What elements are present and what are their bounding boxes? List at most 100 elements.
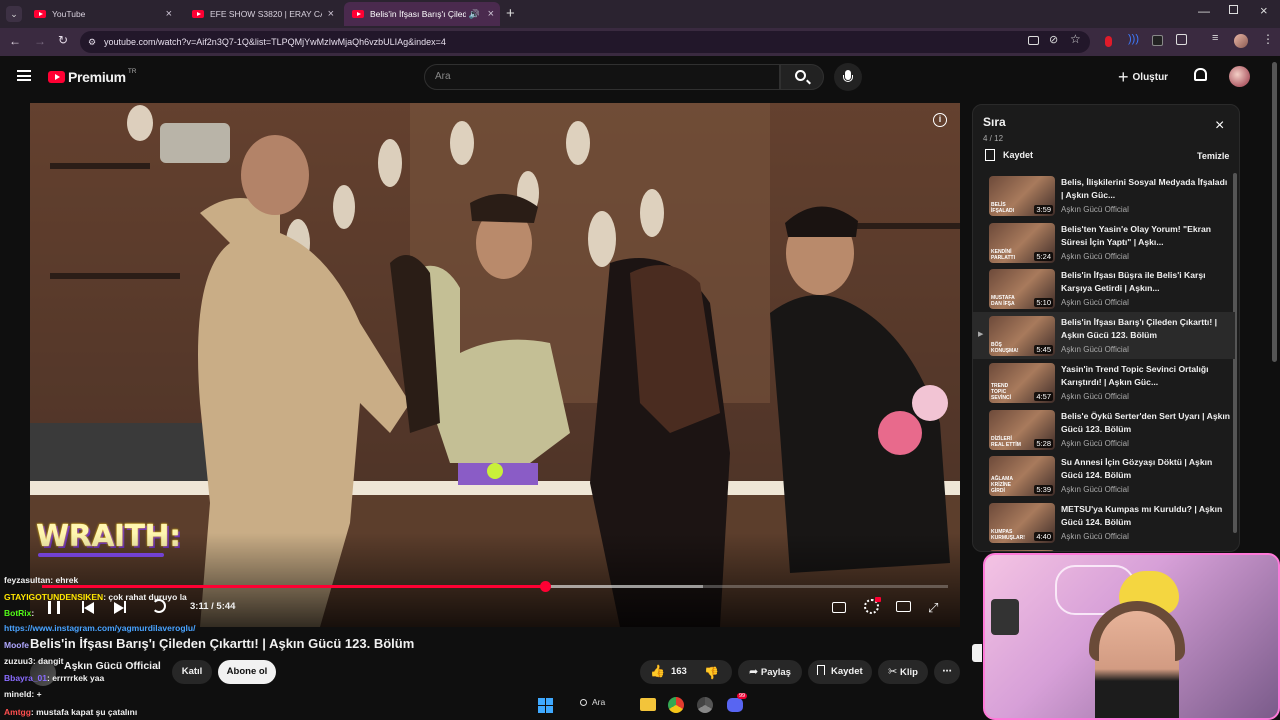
minimize-window-button[interactable]: — xyxy=(1198,4,1210,18)
chat-username[interactable]: BotRix xyxy=(4,608,31,618)
video-player[interactable]: i WRAITH: 3:11 / 5:44 ⤢ xyxy=(30,103,960,627)
progress-bar[interactable] xyxy=(42,581,948,592)
playlist-save-button[interactable]: Kaydet xyxy=(985,149,1033,161)
maximize-window-button[interactable] xyxy=(1229,5,1238,14)
playlist-thumbnail[interactable]: KENDİNİ PARLATTI 5:24 xyxy=(989,222,1055,263)
search-button[interactable] xyxy=(780,64,824,90)
tab-current-video[interactable]: Belis'in İfşası Barış'ı Çileden 🔊 × xyxy=(344,2,500,26)
voice-search-button[interactable] xyxy=(834,63,862,91)
chrome-icon[interactable] xyxy=(697,697,713,713)
close-playlist-icon[interactable]: × xyxy=(1215,117,1224,135)
reload-button[interactable]: ↻ xyxy=(58,33,68,47)
theater-mode-button[interactable] xyxy=(896,601,911,612)
discord-icon[interactable] xyxy=(727,698,743,712)
chat-username[interactable]: feyzasultan xyxy=(4,575,50,585)
extension-red-icon[interactable] xyxy=(1105,36,1112,47)
url-field[interactable]: ⚙ youtube.com/watch?v=Aif2n3Q7-1Q&list=T… xyxy=(80,31,1090,53)
extension-dark-icon[interactable] xyxy=(1152,35,1163,46)
like-button[interactable]: 👍 163 xyxy=(650,664,687,678)
browser-menu-icon[interactable]: ⋮ xyxy=(1262,32,1274,46)
playlist-item[interactable]: TREND TOPIC SEVİNCİ 4:57 Yasin'in Trend To… xyxy=(973,359,1235,406)
profile-avatar[interactable] xyxy=(1234,34,1248,48)
chat-username[interactable]: Bbayra_01 xyxy=(4,673,47,683)
chat-username[interactable]: GTAYIGOTUNDENSIKEN xyxy=(4,592,103,602)
site-info-icon[interactable]: ⚙ xyxy=(88,31,96,53)
playlist-item[interactable]: KUMPAS KURMUŞLAR! 4:40 METSU'ya Kumpas mı … xyxy=(973,499,1235,546)
playlist-thumbnail[interactable]: BELİS İFŞALADI 3:59 xyxy=(989,176,1055,216)
hamburger-menu-icon[interactable] xyxy=(17,70,31,81)
new-tab-button[interactable]: + xyxy=(506,5,515,22)
next-button[interactable] xyxy=(114,601,126,619)
tab-youtube[interactable]: YouTube × xyxy=(26,2,178,26)
playlist-item[interactable]: Serap Ağlama Krizine Girdi xyxy=(973,546,1235,552)
playlist-item[interactable]: DİZİLERİ REAL ETTİM 5:28 Belis'e Öykü Sert… xyxy=(973,406,1235,453)
close-window-button[interactable]: × xyxy=(1260,3,1268,18)
chat-username[interactable]: Moofe xyxy=(4,640,29,650)
search-input[interactable]: Ara xyxy=(424,64,780,90)
playlist-item[interactable]: ▶ BÖŞ KONUŞMA! 5:45 Belis'in İfşası Barış'ı… xyxy=(973,312,1235,360)
playlist-item-title[interactable]: Yasin'in Trend Topic Sevinci Ortalığı Ka… xyxy=(1061,363,1231,389)
extensions-puzzle-icon[interactable] xyxy=(1176,34,1187,45)
tab-efe-show[interactable]: EFE SHOW S3820 | ERAY CAN Ö × xyxy=(184,2,340,26)
playlist-thumbnail[interactable]: MUSTAFA DAN İFŞA 5:10 xyxy=(989,269,1055,310)
youtube-logo[interactable]: Premium TR xyxy=(48,68,136,85)
progress-scrubber[interactable] xyxy=(539,581,551,592)
clip-button[interactable]: ✂ Klip xyxy=(878,660,928,684)
share-button[interactable]: ➦ Paylaş xyxy=(738,660,802,684)
playlist-item[interactable]: KENDİNİ PARLATTI 5:24 Belis'ten Yasin'e Ol… xyxy=(973,219,1235,266)
join-button[interactable]: Katıl xyxy=(172,660,212,684)
playlist-thumbnail[interactable]: DİZİLERİ REAL ETTİM 5:28 xyxy=(989,409,1055,450)
playlist-thumbnail[interactable]: AĞLAMA KRİZİNE GİRDİ 5:39 xyxy=(989,456,1055,497)
video-info-icon[interactable]: i xyxy=(933,113,947,127)
create-button[interactable]: + Oluştur xyxy=(1118,66,1168,88)
extension-blue-icon[interactable]: ))) xyxy=(1128,33,1139,45)
playlist-item-title[interactable]: Belis'in İfşası Barış'ı Çileden Çıkarttı… xyxy=(1061,316,1231,342)
tab-list-dropdown-icon[interactable]: ⌄ xyxy=(6,6,22,22)
bookmark-star-icon[interactable]: ☆ xyxy=(1070,32,1081,46)
more-actions-button[interactable]: ⋯ xyxy=(934,660,960,684)
chrome-icon[interactable] xyxy=(668,697,684,713)
playlist-item-title[interactable]: Su Annesi İçin Gözyaşı Döktü | Aşkın Güc… xyxy=(1061,456,1231,482)
previous-button[interactable] xyxy=(82,601,94,619)
pause-button[interactable] xyxy=(48,601,60,614)
chat-username[interactable]: zuzuu3 xyxy=(4,656,33,666)
playlist-clear-button[interactable]: Temizle xyxy=(1197,151,1229,161)
playlist-item-title[interactable]: Belis'e Öykü Serter'den Sert Uyarı | Aşk… xyxy=(1061,410,1231,436)
forward-button[interactable]: → xyxy=(34,34,46,48)
account-avatar[interactable] xyxy=(1229,66,1250,87)
chat-username[interactable]: mineld xyxy=(4,689,31,699)
webcam-side-tab[interactable] xyxy=(972,644,982,662)
playlist-thumbnail[interactable]: BÖŞ KONUŞMA! 5:45 xyxy=(989,316,1055,357)
windows-start-icon[interactable] xyxy=(538,698,553,713)
taskbar-search[interactable]: Ara xyxy=(580,697,605,707)
playlist-item-title[interactable]: Belis'ten Yasin'e Olay Yorum! "Ekran Sür… xyxy=(1061,223,1231,249)
playlist-thumbnail[interactable]: TREND TOPIC SEVİNCİ 4:57 xyxy=(989,362,1055,403)
reading-list-icon[interactable]: ≡ xyxy=(1212,32,1218,44)
back-button[interactable]: ← xyxy=(9,34,21,48)
audio-playing-icon[interactable]: 🔊 xyxy=(469,9,480,20)
playlist-item-title[interactable]: Belis'in İfşası Büşra ile Belis'i Karşı … xyxy=(1061,269,1231,295)
close-tab-icon[interactable]: × xyxy=(328,8,334,20)
playlist-item[interactable]: BELİS İFŞALADI 3:59 Belis, İlişkilerini So… xyxy=(973,172,1235,219)
close-tab-icon[interactable]: × xyxy=(488,8,494,20)
cast-icon[interactable] xyxy=(1028,36,1039,45)
playlist-thumbnail[interactable]: KUMPAS KURMUŞLAR! 4:40 xyxy=(989,502,1055,543)
subscribe-button[interactable]: Abone ol xyxy=(218,660,276,684)
playlist-item[interactable]: MUSTAFA DAN İFŞA 5:10 Belis'in İfşası Büşr… xyxy=(973,265,1235,312)
page-scrollbar[interactable] xyxy=(1272,62,1277,362)
playlist-item[interactable]: AĞLAMA KRİZİNE GİRDİ 5:39 Su Annesi İçin G… xyxy=(973,452,1235,499)
close-tab-icon[interactable]: × xyxy=(166,8,172,20)
notifications-bell-icon[interactable] xyxy=(1194,68,1207,81)
playlist-item-title[interactable]: METSU'ya Kumpas mı Kuruldu? | Aşkın Gücü… xyxy=(1061,503,1231,529)
eye-off-icon[interactable]: ⊘ xyxy=(1049,33,1058,46)
playlist-item-title[interactable]: Serap Ağlama Krizine Girdi xyxy=(1061,550,1231,552)
subtitles-button[interactable] xyxy=(832,602,846,613)
save-button[interactable]: Kaydet xyxy=(808,660,872,684)
chat-username[interactable]: Amtgg xyxy=(4,707,31,717)
playlist-item-title[interactable]: Belis, İlişkilerini Sosyal Medyada İfşal… xyxy=(1061,176,1231,202)
fullscreen-button[interactable]: ⤢ xyxy=(928,600,938,616)
dislike-button[interactable]: 👎 xyxy=(704,664,719,682)
channel-name[interactable]: Aşkın Gücü Official xyxy=(64,660,161,672)
playlist-thumbnail[interactable] xyxy=(989,549,1055,551)
file-explorer-icon[interactable] xyxy=(640,698,656,711)
